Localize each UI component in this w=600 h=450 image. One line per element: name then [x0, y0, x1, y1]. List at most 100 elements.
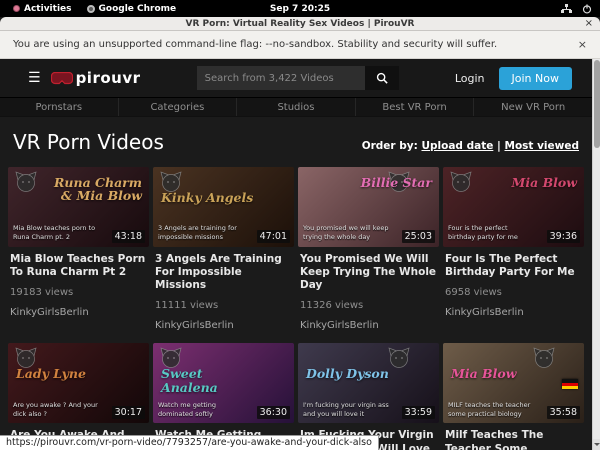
- thumbnail-model-name: Dolly Dyson: [306, 367, 389, 380]
- thumbnail-model-name: Billie Star: [361, 176, 432, 189]
- app-menu-button[interactable]: Google Chrome: [82, 4, 182, 14]
- search-input[interactable]: [197, 66, 365, 90]
- search-icon: [376, 72, 388, 84]
- thumbnail-caption: 3 Angels are training for impossible mis…: [158, 224, 245, 242]
- order-separator: |: [493, 140, 504, 152]
- nav-item-best-vr[interactable]: Best VR Porn: [355, 98, 474, 116]
- video-card[interactable]: Mia Blow Four is the perfect birthday pa…: [443, 167, 584, 343]
- window-title: VR Porn: Virtual Reality Sex Videos | Pi…: [186, 19, 415, 29]
- cat-mask-logo-icon: [387, 346, 411, 374]
- power-icon[interactable]: [582, 4, 592, 14]
- video-thumbnail[interactable]: Dolly Dyson I'm fucking your virgin ass …: [298, 343, 439, 423]
- video-card[interactable]: Sweet Analena Watch me getting dominated…: [153, 343, 294, 450]
- vr-goggles-icon: [51, 72, 73, 85]
- thumbnail-model-name: Lady Lyne: [16, 367, 86, 380]
- nav-item-new-vr[interactable]: New VR Porn: [473, 98, 592, 116]
- video-thumbnail[interactable]: Billie Star You promised we will keep tr…: [298, 167, 439, 247]
- scrollbar-down-arrow-icon[interactable]: [593, 439, 600, 450]
- search-button[interactable]: [365, 66, 399, 90]
- thumbnail-model-name: Kinky Angels: [161, 191, 253, 204]
- duration-badge: 35:58: [547, 406, 580, 419]
- order-by: Order by: Upload date | Most viewed: [362, 140, 579, 152]
- page-title: VR Porn Videos: [13, 130, 164, 154]
- video-title[interactable]: Mia Blow Teaches Porn To Runa Charm Pt 2: [10, 253, 147, 279]
- video-thumbnail[interactable]: Runa Charm & Mia Blow Mia Blow teaches p…: [8, 167, 149, 247]
- network-icon[interactable]: [561, 4, 572, 14]
- activities-button[interactable]: Activities: [8, 4, 77, 14]
- order-by-label: Order by:: [362, 140, 418, 152]
- main-nav: Pornstars Categories Studios Best VR Por…: [0, 97, 592, 117]
- scrollbar[interactable]: [592, 59, 600, 450]
- search-bar: [197, 66, 399, 90]
- infobar-message: You are using an unsupported command-lin…: [13, 39, 497, 50]
- thumbnail-model-name: Sweet Analena: [161, 367, 263, 393]
- video-card[interactable]: Dolly Dyson I'm fucking your virgin ass …: [298, 343, 439, 450]
- video-title[interactable]: 3 Angels Are Training For Impossible Mis…: [155, 253, 292, 292]
- thumbnail-model-name: Mia Blow: [512, 176, 577, 189]
- cat-mask-logo-icon: [532, 346, 556, 374]
- thumbnail-model-name: Runa Charm & Mia Blow: [40, 176, 142, 202]
- video-thumbnail[interactable]: Kinky Angels 3 Angels are training for i…: [153, 167, 294, 247]
- window-title-bar: VR Porn: Virtual Reality Sex Videos | Pi…: [0, 17, 600, 31]
- chrome-infobar: You are using an unsupported command-lin…: [0, 31, 600, 59]
- order-by-upload-date[interactable]: Upload date: [421, 140, 493, 152]
- video-views: 6958 views: [445, 287, 582, 298]
- login-link[interactable]: Login: [455, 72, 485, 85]
- nav-item-categories[interactable]: Categories: [118, 98, 237, 116]
- web-page: ☰ pirouvr Login Join Now Pornstars Categ…: [0, 59, 592, 450]
- cat-mask-logo-icon: [14, 170, 38, 198]
- duration-badge: 33:59: [402, 406, 435, 419]
- window-close-icon[interactable]: ×: [585, 17, 593, 30]
- thumbnail-caption: Mia Blow teaches porn to Runa Charm pt. …: [13, 224, 100, 242]
- site-logo[interactable]: pirouvr: [51, 69, 141, 87]
- thumbnail-caption: Are you awake ? And your dick also ?: [13, 401, 100, 419]
- video-title[interactable]: Milf Teaches The Teacher Some Practical …: [445, 429, 582, 450]
- gnome-top-bar: Activities Google Chrome Sep 7 20:25: [0, 0, 600, 17]
- video-thumbnail[interactable]: Mia Blow MILF teaches the teacher some p…: [443, 343, 584, 423]
- video-card[interactable]: Lady Lyne Are you awake ? And your dick …: [8, 343, 149, 450]
- main-content: VR Porn Videos Order by: Upload date | M…: [0, 117, 592, 450]
- infobar-close-icon[interactable]: ×: [578, 38, 587, 51]
- thumbnail-caption: Watch me getting dominated softly: [158, 401, 245, 419]
- video-title[interactable]: Four Is The Perfect Birthday Party For M…: [445, 253, 582, 279]
- order-by-most-viewed[interactable]: Most viewed: [505, 140, 580, 152]
- status-bar-url: https://pirouvr.com/vr-porn-video/779325…: [0, 435, 379, 450]
- video-title[interactable]: You Promised We Will Keep Trying The Who…: [300, 253, 437, 292]
- video-card[interactable]: Billie Star You promised we will keep tr…: [298, 167, 439, 343]
- cat-mask-logo-icon: [449, 170, 473, 198]
- video-studio-link[interactable]: KinkyGirlsBerlin: [300, 320, 437, 331]
- video-studio-link[interactable]: KinkyGirlsBerlin: [10, 307, 147, 318]
- duration-badge: 43:18: [112, 230, 145, 243]
- video-thumbnail[interactable]: Sweet Analena Watch me getting dominated…: [153, 343, 294, 423]
- thumbnail-caption: I'm fucking your virgin ass and you will…: [303, 401, 390, 419]
- video-studio-link[interactable]: KinkyGirlsBerlin: [445, 307, 582, 318]
- nav-item-pornstars[interactable]: Pornstars: [0, 98, 118, 116]
- duration-badge: 47:01: [257, 230, 290, 243]
- app-menu-label: Google Chrome: [99, 4, 177, 14]
- site-logo-text: pirouvr: [76, 69, 141, 87]
- thumbnail-caption: You promised we will keep trying the who…: [303, 224, 390, 242]
- activities-label: Activities: [24, 4, 72, 14]
- video-views: 19183 views: [10, 287, 147, 298]
- video-card[interactable]: Mia Blow MILF teaches the teacher some p…: [443, 343, 584, 450]
- scrollbar-thumb[interactable]: [594, 60, 600, 148]
- chrome-icon: [87, 5, 95, 13]
- video-views: 11326 views: [300, 300, 437, 311]
- video-thumbnail[interactable]: Lady Lyne Are you awake ? And your dick …: [8, 343, 149, 423]
- video-views: 11111 views: [155, 300, 292, 311]
- recording-indicator-icon: [13, 5, 20, 12]
- thumbnail-caption: Four is the perfect birthday party for m…: [448, 224, 535, 242]
- video-card[interactable]: Runa Charm & Mia Blow Mia Blow teaches p…: [8, 167, 149, 343]
- german-flag-icon: [562, 379, 578, 389]
- join-now-button[interactable]: Join Now: [499, 67, 572, 90]
- thumbnail-model-name: Mia Blow: [451, 367, 516, 380]
- duration-badge: 25:03: [402, 230, 435, 243]
- video-studio-link[interactable]: KinkyGirlsBerlin: [155, 320, 292, 331]
- site-header: ☰ pirouvr Login Join Now: [0, 59, 592, 97]
- video-grid: Runa Charm & Mia Blow Mia Blow teaches p…: [8, 167, 584, 450]
- video-card[interactable]: Kinky Angels 3 Angels are training for i…: [153, 167, 294, 343]
- video-thumbnail[interactable]: Mia Blow Four is the perfect birthday pa…: [443, 167, 584, 247]
- hamburger-menu-icon[interactable]: ☰: [28, 71, 41, 85]
- nav-item-studios[interactable]: Studios: [236, 98, 355, 116]
- duration-badge: 39:36: [547, 230, 580, 243]
